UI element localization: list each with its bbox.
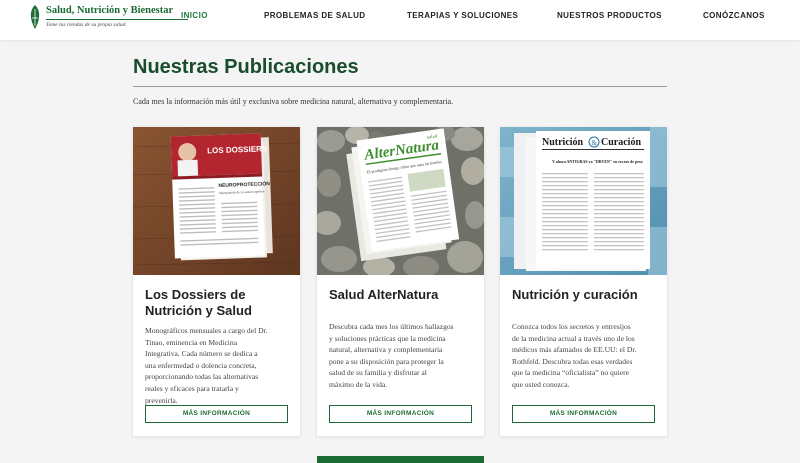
card-description-line: Descubra cada mes los últimos hallazgos — [329, 322, 454, 331]
nav-conozcanos[interactable]: CONÓZCANOS — [703, 11, 765, 20]
nutricion-masthead-left: Nutrición — [542, 137, 584, 148]
page-title: Nuestras Publicaciones — [133, 56, 359, 78]
card-description-line: proporcionando todas las alternativas — [145, 372, 259, 382]
site-header: Salud, Nutrición y Bienestar Tome las ri… — [0, 0, 800, 40]
mas-informacion-button-nutricion-curacion[interactable]: MÁS INFORMACIÓN — [512, 405, 655, 423]
brand-divider — [46, 19, 188, 20]
card-description-line: Tinao, eminencia en Medicina — [145, 337, 238, 347]
card-description-line: Conozca todos los secretos y entresijos — [512, 322, 631, 331]
card-description-line: natural, alternativa y complementaria — [329, 345, 443, 355]
nav-inicio[interactable]: INICIO — [181, 11, 208, 20]
brand-tagline: Tome las riendas de su propia salud. — [46, 22, 127, 28]
card-description-line: salud de su familia y disfrutar al — [329, 368, 427, 378]
card-description-line: una enfermedad o dolencia concreta, — [145, 360, 257, 370]
card-description-line: que usted conozca. — [512, 379, 570, 389]
nav-problemas-de-salud[interactable]: PROBLEMAS DE SALUD — [264, 11, 365, 20]
publication-card-dossiers: LOS DOSSIERS NEUROPROTECCIÓN Salvaguarda… — [133, 127, 300, 436]
card-description: Monográficos mensuales a cargo del Dr. T… — [145, 325, 290, 406]
card-title-line: Nutrición y curación — [512, 287, 638, 302]
card-title: Salud AlterNatura — [329, 287, 474, 303]
nav-nuestros-productos[interactable]: NUESTROS PRODUCTOS — [557, 11, 662, 20]
publication-card-alternatura: AlterNatura salud El prodigioso hongo ch… — [317, 127, 484, 436]
card-description-line: de la medicina actual a través uno de lo… — [512, 333, 635, 343]
card-title-line: Los Dossiers de — [145, 287, 246, 302]
card-description-line: pone a su disposición para proteger la — [329, 356, 444, 366]
dossiers-cover-illustration: LOS DOSSIERS NEUROPROTECCIÓN Salvaguarda… — [133, 127, 300, 275]
leaf-logo-icon — [30, 5, 40, 29]
nutricion-curacion-cover-image[interactable]: Nutrición & Curación Y ahora ANTIGRAS ya… — [500, 127, 667, 275]
card-description-line: que la medicina “oficialista” no quiere — [512, 368, 630, 378]
alternatura-cover-image[interactable]: AlterNatura salud El prodigioso hongo ch… — [317, 127, 484, 275]
card-title-line: Salud AlterNatura — [329, 287, 439, 302]
publication-card-nutricion-curacion: Nutrición & Curación Y ahora ANTIGRAS ya… — [500, 127, 667, 436]
logo[interactable]: Salud, Nutrición y Bienestar Tome las ri… — [28, 3, 188, 35]
card-description: Conozca todos los secretos y entresijos … — [512, 321, 657, 391]
card-description-line: y soluciones prácticas que la medicina — [329, 333, 446, 343]
card-description-line: Monográficos mensuales a cargo del Dr. — [145, 326, 268, 335]
nav-terapias-y-soluciones[interactable]: TERAPIAS Y SOLUCIONES — [407, 11, 518, 20]
nutricion-masthead-amp: & — [592, 139, 598, 147]
card-title: Los Dossiers de Nutrición y Salud — [145, 287, 290, 319]
card-title: Nutrición y curación — [512, 287, 657, 303]
alternatura-cover-illustration: AlterNatura salud El prodigioso hongo ch… — [317, 127, 484, 275]
brand-title: Salud, Nutrición y Bienestar — [46, 5, 174, 16]
card-description-line: reales y eficaces para tratarla y — [145, 383, 239, 393]
nutricion-curacion-cover-illustration: Nutrición & Curación Y ahora ANTIGRAS ya… — [500, 127, 667, 275]
nutricion-masthead-right: Curación — [601, 137, 641, 148]
card-description-line: máximo de la vida. — [329, 379, 388, 389]
card-description: Descubra cada mes los últimos hallazgos … — [329, 321, 474, 391]
next-section-button-edge[interactable] — [317, 456, 484, 463]
dossiers-cover-image[interactable]: LOS DOSSIERS NEUROPROTECCIÓN Salvaguarda… — [133, 127, 300, 275]
mas-informacion-button-dossiers[interactable]: MÁS INFORMACIÓN — [145, 405, 288, 423]
card-description-line: Rothfeld. Descubra todas esas verdades — [512, 356, 633, 366]
nutricion-headline: Y ahora ANTIGRAS ya "DRVEN" en exceso de… — [552, 159, 643, 164]
card-title-line: Nutrición y Salud — [145, 303, 252, 318]
section-subtitle: Cada mes la información más útil y exclu… — [133, 97, 454, 106]
title-divider — [133, 86, 667, 87]
card-description-line: médicos más afamados de EE.UU: el Dr. — [512, 345, 637, 355]
card-description-line: Integrativa. Cada número se dedica a — [145, 349, 258, 359]
mas-informacion-button-alternatura[interactable]: MÁS INFORMACIÓN — [329, 405, 472, 423]
